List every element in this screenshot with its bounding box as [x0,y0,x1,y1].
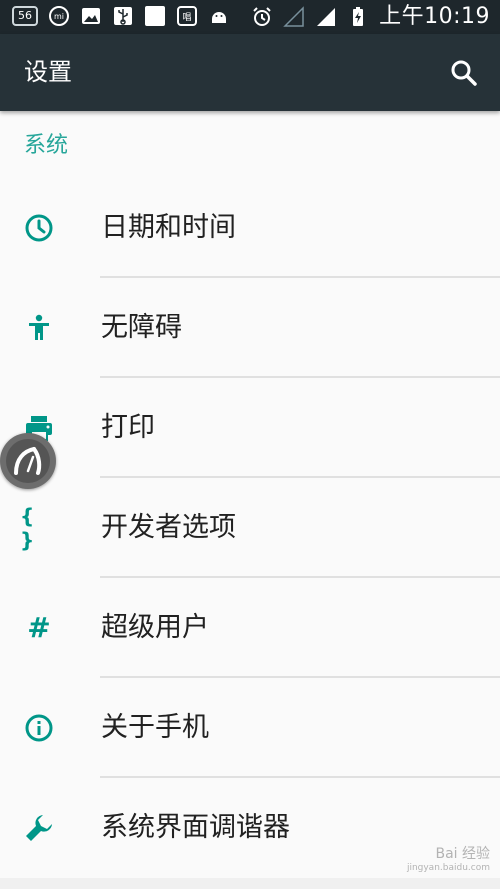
accessibility-icon [20,309,58,347]
settings-item-label: 系统界面调谐器 [101,812,290,843]
alarm-icon [253,7,271,26]
settings-item-label: 关于手机 [101,712,209,743]
signal-badge: 56 [12,6,38,26]
braces-icon: { } [20,504,58,552]
settings-item-developer-options[interactable]: { } 开发者选项 [0,478,500,578]
info-icon [20,709,58,747]
wrench-icon [20,809,58,847]
svg-text:mi: mi [54,12,64,21]
settings-item-label: 打印 [101,412,155,443]
section-header-system: 系统 [24,133,69,158]
clock: 上午10:19 [379,4,490,29]
notification-icons: 56 mi 唱 [12,5,230,27]
settings-item-accessibility[interactable]: 无障碍 [0,278,500,378]
settings-item-label: 超级用户 [101,612,209,643]
watermark-url: jingyan.baidu.com [406,863,490,873]
app-notification-icon: 唱 [177,6,197,26]
usb-icon [114,7,132,25]
settings-item-label: 开发者选项 [101,512,236,543]
settings-item-printing[interactable]: 打印 [0,378,500,478]
settings-list: 日期和时间 无障碍 打印 { } 开发者选项 # 超级用户 关于手机 系统界面调… [0,178,500,878]
mi-icon: mi [49,6,69,26]
settings-item-date-time[interactable]: 日期和时间 [0,178,500,278]
floating-assistant-button[interactable] [0,433,56,489]
clock-icon [20,209,58,247]
hash-icon: # [20,609,58,647]
baidu-watermark: Bai 经验 jingyan.baidu.com [407,847,490,875]
signal-full-icon [317,8,336,26]
settings-item-label: 无障碍 [101,312,182,343]
app-toolbar: 设置 [0,34,500,111]
battery-charging-icon [353,7,364,26]
signal-empty-icon [283,6,304,27]
bottom-edge [0,878,500,889]
svg-text:唱: 唱 [182,12,191,23]
watermark-brand: Bai 经验 [435,846,490,862]
braces-glyph: { } [20,504,38,552]
settings-item-superuser[interactable]: # 超级用户 [0,578,500,678]
settings-item-about-phone[interactable]: 关于手机 [0,678,500,778]
white-square-icon [145,6,165,26]
page-title: 设置 [24,58,72,86]
android-icon [212,12,226,23]
search-button[interactable] [448,57,480,89]
system-status-icons: 上午10:19 [251,3,490,31]
image-icon [82,8,100,24]
settings-item-label: 日期和时间 [101,212,236,243]
hash-glyph: # [27,611,51,644]
status-bar: 56 mi 唱 上午10:19 [0,0,500,34]
floating-inner [6,439,50,483]
gauge-icon [14,447,42,475]
search-icon [451,60,477,86]
